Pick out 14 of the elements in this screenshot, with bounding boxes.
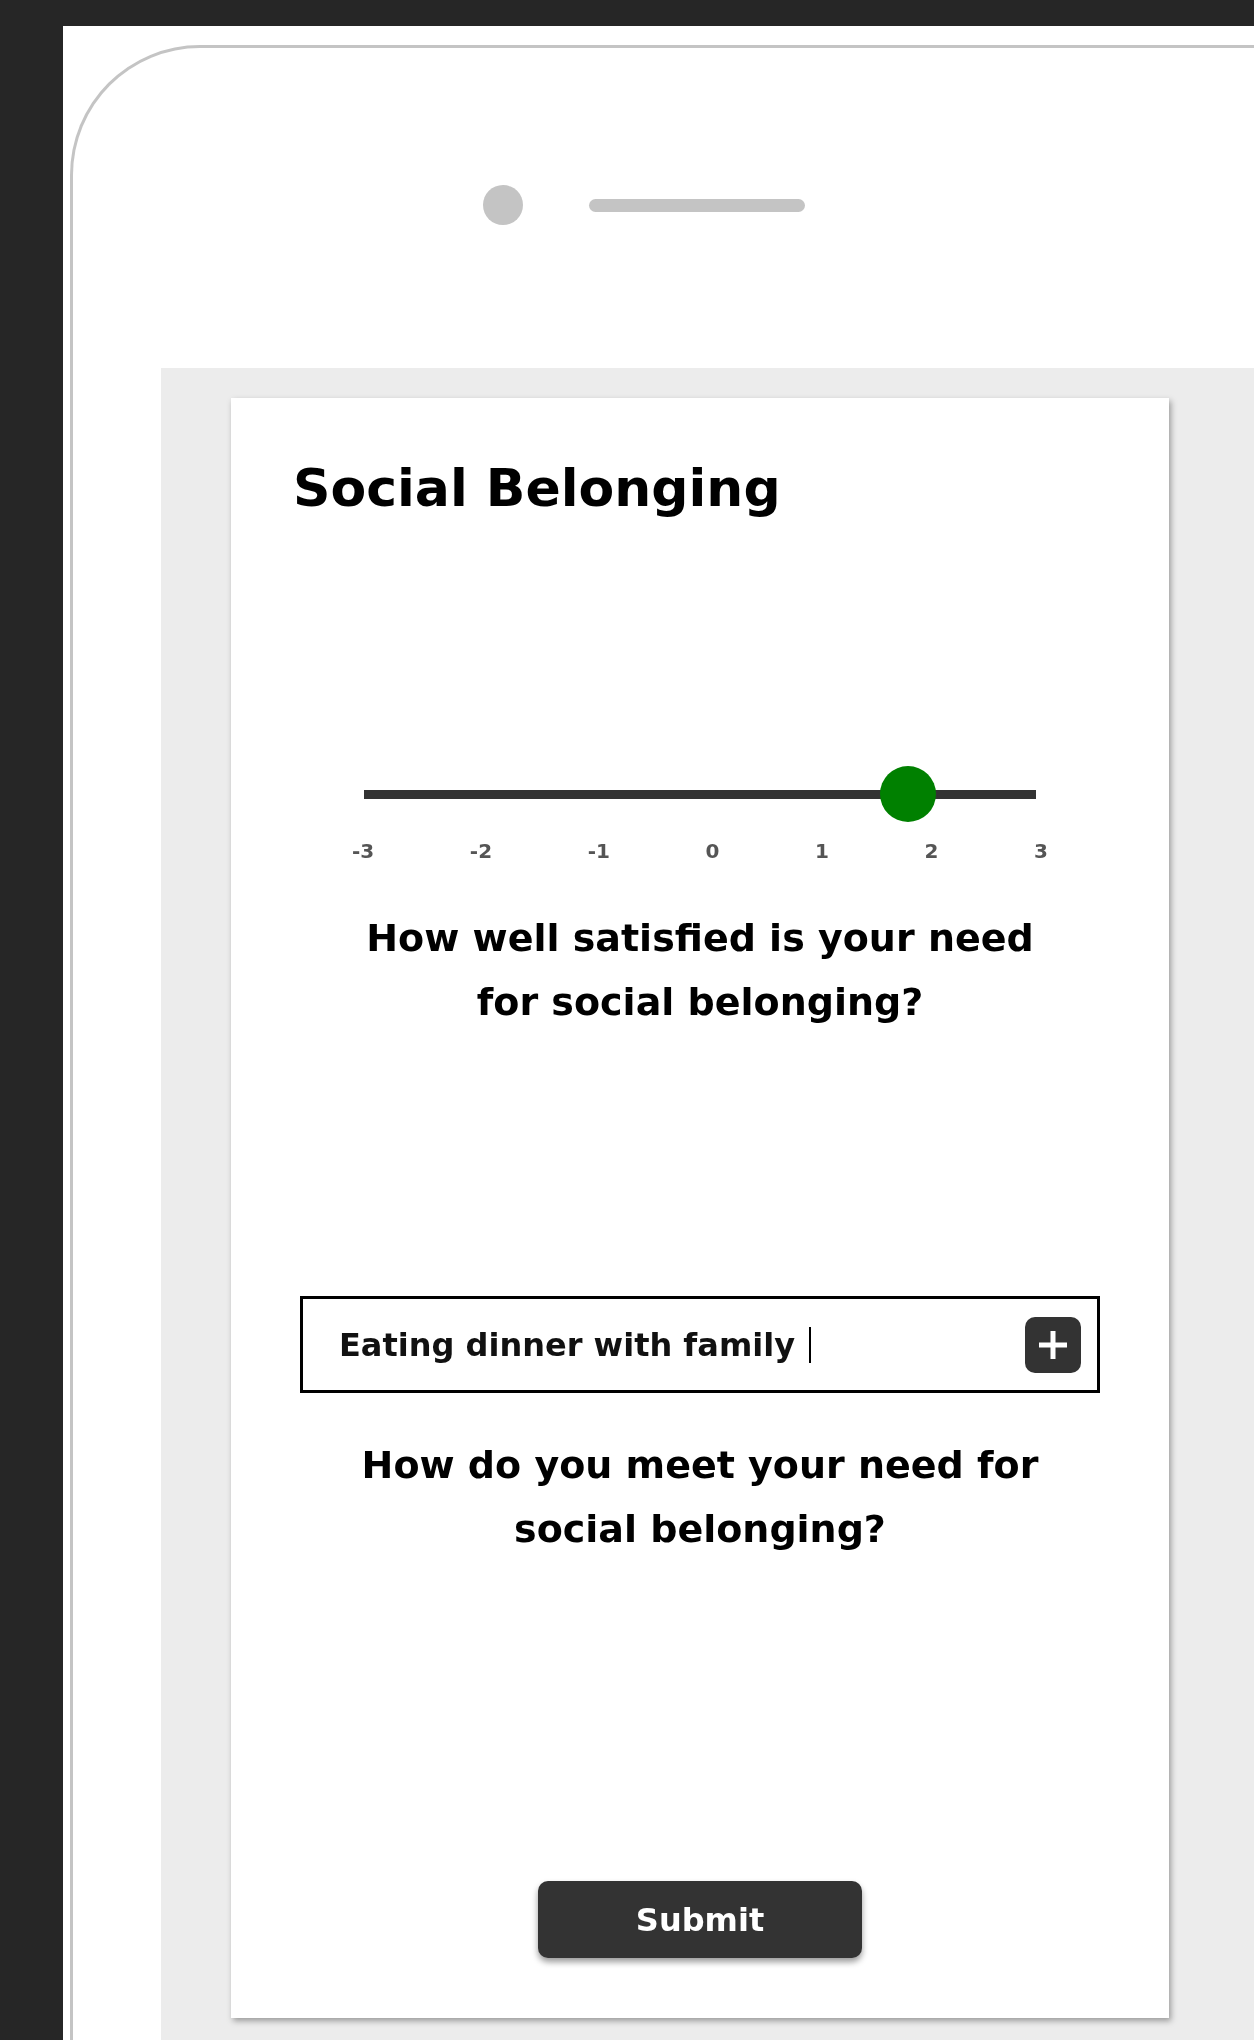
tick-label: 0	[705, 838, 720, 865]
text-input-field[interactable]: Eating dinner with family	[300, 1296, 1100, 1393]
question-text: How well satisfied is your need for social belonging?	[365, 915, 1035, 1026]
tick-label: -3	[352, 838, 375, 865]
tick-label: 2	[924, 838, 939, 865]
submit-button[interactable]: Submit	[538, 1881, 862, 1958]
text-cursor	[809, 1326, 811, 1363]
add-button[interactable]	[1025, 1316, 1081, 1373]
question-text: How do you meet your need for social belonging?	[360, 1442, 1040, 1553]
page-title: Social Belonging	[293, 457, 781, 520]
tick-label: -1	[587, 838, 610, 865]
tick-label: 1	[815, 838, 829, 865]
tick-label: 3	[1034, 838, 1048, 865]
tick-label: -2	[469, 838, 493, 865]
